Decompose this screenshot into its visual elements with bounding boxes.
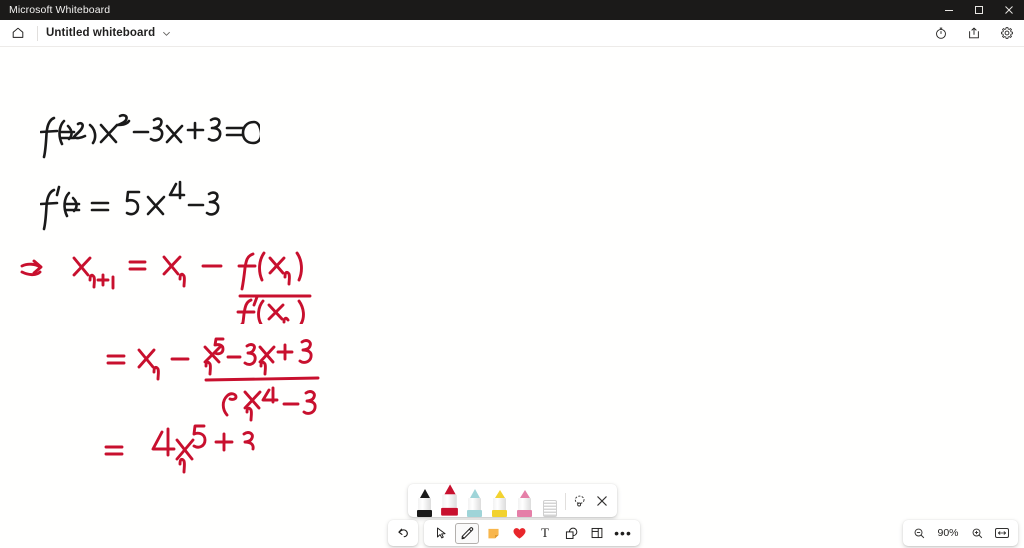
minimize-button[interactable] [934,0,964,20]
title-bar: Microsoft Whiteboard [0,0,1024,20]
close-button[interactable] [994,0,1024,20]
stopwatch-icon[interactable] [928,21,954,45]
pen-teal-color-cap [467,510,482,517]
zoom-out-icon[interactable] [908,523,930,544]
highlighter-pink-color-cap [517,510,532,517]
highlighter-pink[interactable] [517,490,532,517]
select-tool[interactable] [429,523,453,544]
undo-panel [388,520,418,546]
main-toolbar: T ••• [424,520,640,546]
template-tool[interactable] [585,523,609,544]
home-icon[interactable] [5,21,31,45]
pen-slot-teal[interactable] [462,484,487,517]
reaction-heart-tool[interactable] [507,523,531,544]
pen-tray-divider [565,493,566,510]
whiteboard-canvas[interactable] [0,48,1024,548]
ink-stroke-equation-3 [20,251,312,324]
pen-black[interactable] [417,489,432,517]
text-tool[interactable]: T [533,523,557,544]
ellipsis-icon: ••• [614,525,632,541]
command-bar-left: Untitled whiteboard [0,20,171,46]
undo-icon[interactable] [391,523,415,544]
pen-red-color-cap [441,507,458,516]
app-title: Microsoft Whiteboard [9,4,111,16]
pen-slot-yellow-highlighter[interactable] [487,484,512,517]
whiteboard-app: Microsoft Whiteboard Untitled whiteboard [0,0,1024,548]
board-title[interactable]: Untitled whiteboard [46,27,155,39]
zoom-in-icon[interactable] [966,523,988,544]
header-divider [37,25,38,41]
command-bar: Untitled whiteboard [0,20,1024,47]
close-pen-tray-icon[interactable] [591,489,613,513]
zoom-controls: 90% [903,520,1018,546]
maximize-button[interactable] [964,0,994,20]
eraser-icon[interactable] [542,500,557,517]
zoom-level-label[interactable]: 90% [933,527,963,539]
share-icon[interactable] [961,21,987,45]
fit-to-screen-glyph [995,528,1009,538]
text-tool-label: T [541,525,549,540]
lasso-select-icon[interactable] [569,489,591,513]
highlighter-yellow-color-cap [492,510,507,517]
pen-slot-red[interactable] [437,484,462,517]
highlighter-yellow[interactable] [492,490,507,517]
pen-black-color-cap [417,510,432,517]
pen-red[interactable] [441,484,458,516]
pen-slot-black[interactable] [412,484,437,517]
shapes-tool[interactable] [559,523,583,544]
fit-to-screen-icon[interactable] [991,523,1013,544]
ink-stroke-equation-1 [40,113,260,159]
command-bar-right [923,20,1020,46]
pen-tray [408,484,617,517]
pen-tool[interactable] [455,522,479,544]
more-tools-button[interactable]: ••• [611,523,635,544]
pen-slot-eraser[interactable] [537,484,562,517]
pen-teal[interactable] [467,489,482,517]
ink-stroke-equation-5 [104,424,255,474]
window-controls [934,0,1024,20]
sticky-note-tool[interactable] [481,523,505,544]
gear-icon[interactable] [994,21,1020,45]
chevron-down-icon[interactable] [162,29,171,38]
ink-stroke-equation-2 [40,180,220,231]
ink-stroke-equation-4 [106,337,320,422]
pen-slot-pink-highlighter[interactable] [512,484,537,517]
